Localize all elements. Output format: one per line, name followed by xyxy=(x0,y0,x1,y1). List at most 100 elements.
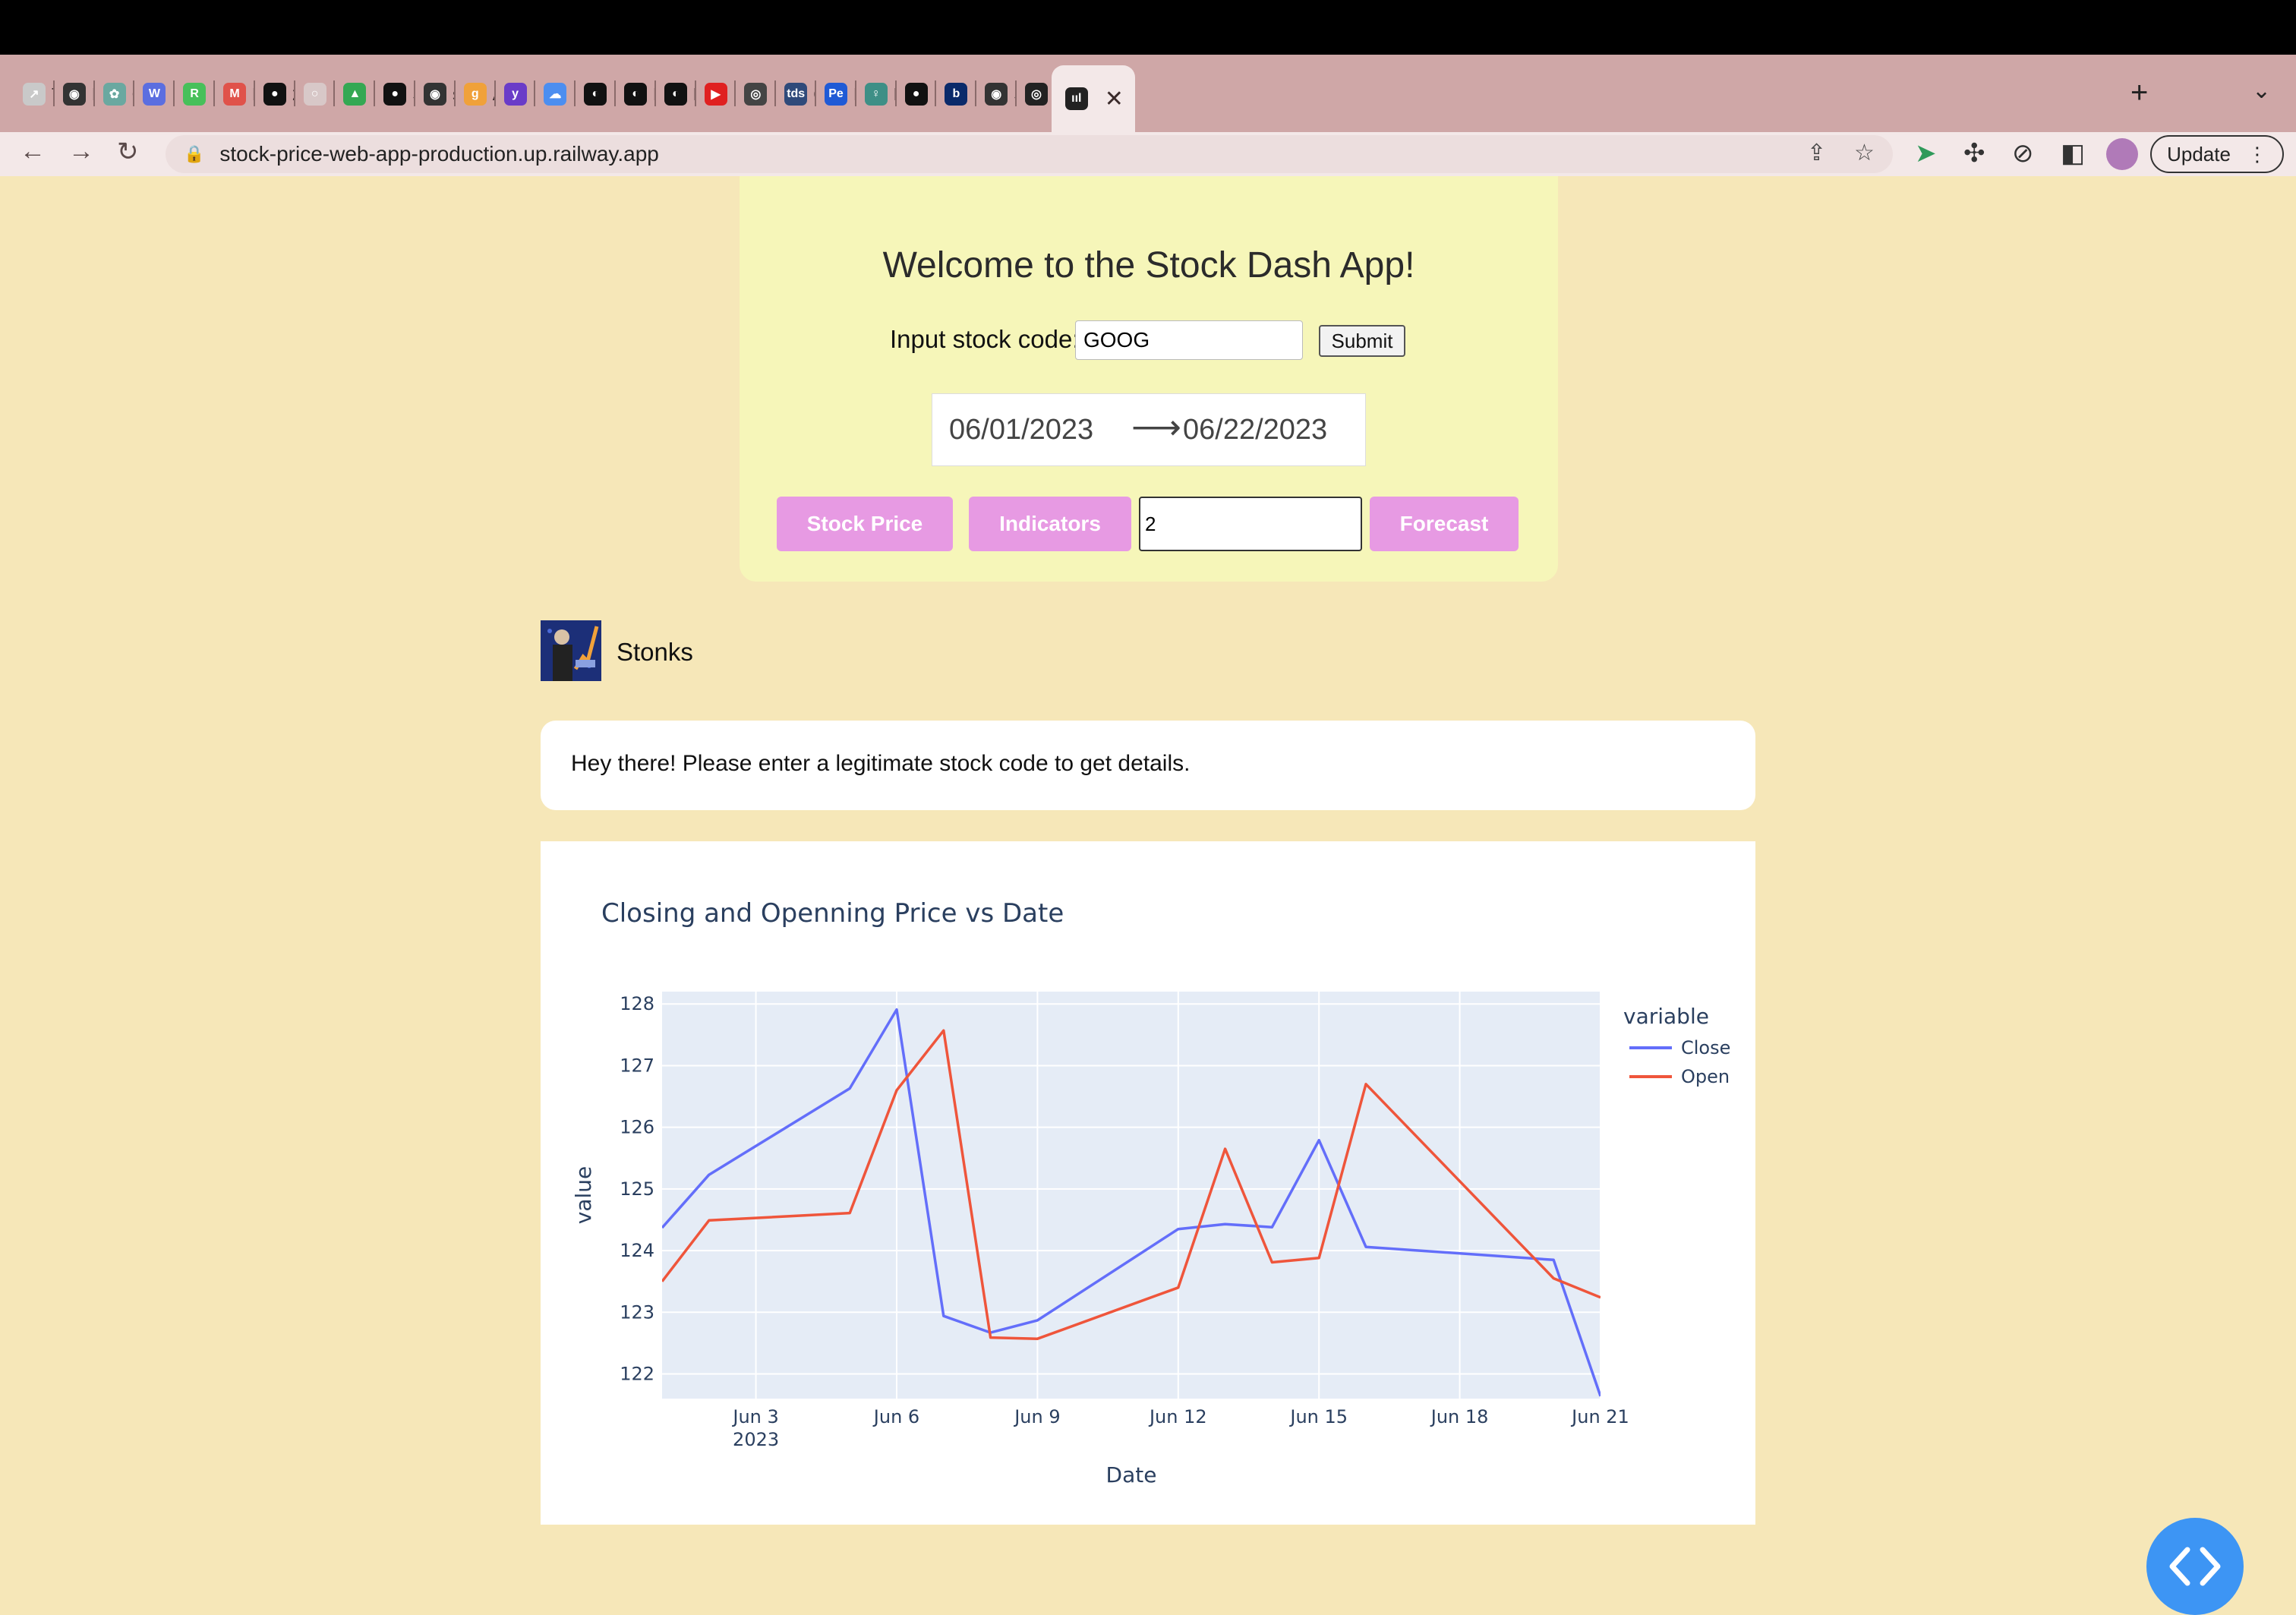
tab-separator xyxy=(333,80,336,106)
browser-tab[interactable]: yFr xyxy=(497,68,535,120)
forward-arrow-icon[interactable]: → xyxy=(68,137,94,166)
indicators-button[interactable]: Indicators xyxy=(969,497,1131,551)
update-button[interactable]: Update ⋮ xyxy=(2150,135,2284,173)
browser-tab[interactable]: ✿CS xyxy=(96,68,134,120)
submit-button[interactable]: Submit xyxy=(1319,325,1405,357)
tab-separator xyxy=(293,80,295,106)
browser-tab[interactable]: gAp xyxy=(456,68,495,120)
browser-tab[interactable]: RM xyxy=(175,68,214,120)
x-tick-label: Jun 3 xyxy=(731,1406,778,1427)
date-range-picker[interactable]: 06/01/2023 ⟶ 06/22/2023 xyxy=(932,393,1366,466)
browser-tab[interactable]: MM xyxy=(216,68,254,120)
tab-separator xyxy=(734,80,736,106)
tab-separator xyxy=(374,80,376,106)
tab-favicon-icon: y xyxy=(503,83,527,106)
tab-separator xyxy=(173,80,175,106)
address-bar[interactable]: 🔒 xyxy=(166,135,1893,173)
side-panel-icon[interactable]: ◧ xyxy=(2061,138,2085,169)
browser-tab[interactable]: ◉sa xyxy=(416,68,455,120)
x-tick-sublabel: 2023 xyxy=(733,1429,779,1450)
browser-tab[interactable]: tdsCr xyxy=(777,68,815,120)
tab-favicon-icon: ◎ xyxy=(744,83,768,106)
stock-price-button[interactable]: Stock Price xyxy=(777,497,953,551)
chart-title: Closing and Openning Price vs Date xyxy=(601,898,1064,929)
browser-tab[interactable]: ▲M xyxy=(336,68,374,120)
x-tick-label: Jun 12 xyxy=(1148,1406,1207,1427)
back-arrow-icon[interactable]: ← xyxy=(20,137,46,166)
tab-separator xyxy=(253,80,255,106)
company-name: Stonks xyxy=(617,638,693,666)
browser-tab[interactable]: ◎Lis xyxy=(736,68,775,120)
send-extension-icon[interactable]: ➤ xyxy=(1915,138,1937,169)
browser-tab[interactable]: ↗Tw xyxy=(15,68,54,120)
browser-tab[interactable]: ●2( xyxy=(256,68,295,120)
x-tick-label: Jun 15 xyxy=(1288,1406,1348,1427)
browser-tab[interactable]: ◉Sl xyxy=(977,68,1016,120)
debug-code-button[interactable] xyxy=(2146,1518,2244,1615)
browser-tab[interactable]: ▶(2 xyxy=(697,68,735,120)
tab-favicon-icon: W xyxy=(143,83,166,106)
tab-separator xyxy=(1015,80,1017,106)
browser-tab[interactable]: ◎st xyxy=(1017,68,1056,120)
description-card: Hey there! Please enter a legitimate sto… xyxy=(541,721,1755,810)
profile-avatar[interactable] xyxy=(2106,138,2138,170)
forecast-button[interactable]: Forecast xyxy=(1370,497,1519,551)
tab-separator xyxy=(93,80,95,106)
x-tick-label: Jun 6 xyxy=(872,1406,919,1427)
tab-separator xyxy=(694,80,696,106)
more-menu-icon: ⋮ xyxy=(2247,142,2267,166)
bookmark-star-icon[interactable]: ☆ xyxy=(1854,140,1875,166)
y-tick-label: 123 xyxy=(620,1301,654,1323)
date-range-arrow-icon: ⟶ xyxy=(1131,407,1181,446)
tab-separator xyxy=(815,80,816,106)
tab-favicon-icon: tds xyxy=(784,83,808,106)
reload-icon[interactable]: ↻ xyxy=(117,137,139,167)
browser-tab[interactable]: ●SC xyxy=(376,68,415,120)
browser-tab[interactable]: ○Ne xyxy=(296,68,334,120)
legend-title: variable xyxy=(1623,1004,1709,1029)
tab-separator xyxy=(133,80,135,106)
browser-tab[interactable]: bHe xyxy=(937,68,976,120)
performance-icon[interactable]: ⊘ xyxy=(2012,138,2034,169)
tab-separator xyxy=(213,80,215,106)
start-date-input[interactable]: 06/01/2023 xyxy=(949,414,1093,446)
browser-tab[interactable]: ♀Le xyxy=(857,68,896,120)
tab-favicon-icon: g xyxy=(463,83,487,106)
browser-tab[interactable]: ●He xyxy=(897,68,935,120)
browser-tab[interactable]: ııl ✕ xyxy=(1051,65,1135,132)
tab-search-chevron-icon[interactable]: ⌄ xyxy=(2252,77,2271,104)
tab-favicon-icon: ◉ xyxy=(985,83,1008,106)
tab-separator xyxy=(935,80,937,106)
browser-tab[interactable]: W15 xyxy=(135,68,174,120)
tab-favicon-icon: ııl xyxy=(1064,87,1088,110)
tab-favicon-icon: M xyxy=(223,83,246,106)
browser-tab[interactable]: ☁In xyxy=(536,68,575,120)
tab-separator xyxy=(494,80,496,106)
tab-favicon-icon: ◉ xyxy=(424,83,446,106)
macos-menubar xyxy=(0,0,2296,55)
stock-code-input[interactable] xyxy=(1075,320,1303,360)
forecast-days-input[interactable] xyxy=(1139,497,1362,551)
x-tick-label: Jun 21 xyxy=(1570,1406,1629,1427)
extensions-puzzle-icon[interactable]: ✣ xyxy=(1963,138,1985,169)
share-icon[interactable]: ⇪ xyxy=(1807,140,1826,166)
stock-code-label: Input stock code: xyxy=(890,325,1080,353)
price-chart-svg: Closing and Openning Price vs Date 122 123… xyxy=(571,898,1730,1487)
close-tab-icon[interactable]: ✕ xyxy=(1105,86,1124,112)
new-tab-button[interactable]: + xyxy=(2130,76,2148,110)
tab-favicon-icon: ✿ xyxy=(102,83,126,106)
url-input[interactable] xyxy=(218,141,1588,167)
y-tick-label: 128 xyxy=(620,993,654,1014)
update-label: Update xyxy=(2167,142,2231,166)
end-date-input[interactable]: 06/22/2023 xyxy=(1183,414,1327,446)
x-tick-label: Jun 18 xyxy=(1430,1406,1489,1427)
browser-tab[interactable]: ◐Bu xyxy=(576,68,615,120)
browser-tab[interactable]: PeBu xyxy=(817,68,856,120)
browser-tab[interactable]: ◐He xyxy=(617,68,655,120)
browser-tab[interactable]: ◐Py xyxy=(657,68,695,120)
tab-favicon-icon: ● xyxy=(904,83,928,106)
tab-favicon-icon: b xyxy=(945,83,968,106)
browser-tab[interactable]: ◉Int xyxy=(55,68,94,120)
page-content: Welcome to the Stock Dash App! Input sto… xyxy=(0,176,2296,1615)
description-text: Hey there! Please enter a legitimate sto… xyxy=(571,751,1191,776)
